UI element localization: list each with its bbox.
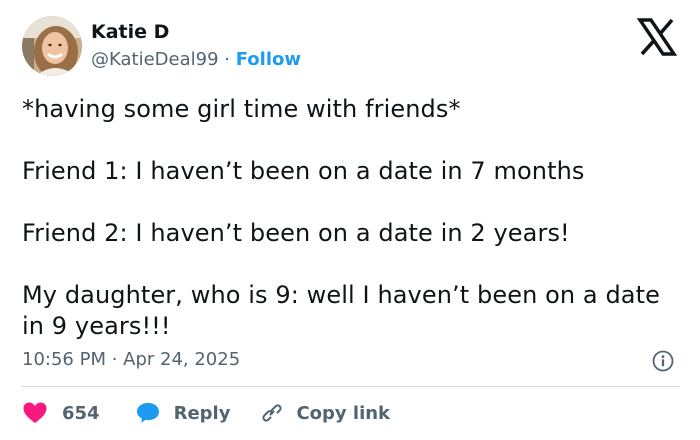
tweet-text: *having some girl time with friends* Fri… [22,95,660,340]
divider [22,386,680,387]
heart-icon [22,401,48,425]
handle-separator: · [224,49,230,70]
reply-label: Reply [173,402,231,424]
avatar-photo [22,16,82,76]
author-display-name[interactable]: Katie D [91,20,169,44]
tweet-card: Katie D @KatieDeal99 · Follow *having so… [0,0,700,440]
like-button[interactable]: 654 [22,401,100,425]
avatar[interactable] [22,16,82,76]
info-icon[interactable] [652,350,674,372]
link-icon [260,401,284,425]
follow-button[interactable]: Follow [236,49,301,70]
copy-link-button[interactable]: Copy link [260,401,390,425]
author-handle[interactable]: @KatieDeal99 [91,49,219,70]
copy-link-label: Copy link [296,402,391,424]
speech-bubble-icon [136,402,160,424]
action-bar: 654 Reply Copy link [22,398,390,428]
x-logo-icon[interactable] [636,18,678,56]
tweet-timestamp[interactable]: 10:56 PM · Apr 24, 2025 [22,348,240,372]
author-handle-row: @KatieDeal99 · Follow [91,48,301,72]
like-count: 654 [62,402,100,424]
reply-button[interactable]: Reply [136,402,231,424]
